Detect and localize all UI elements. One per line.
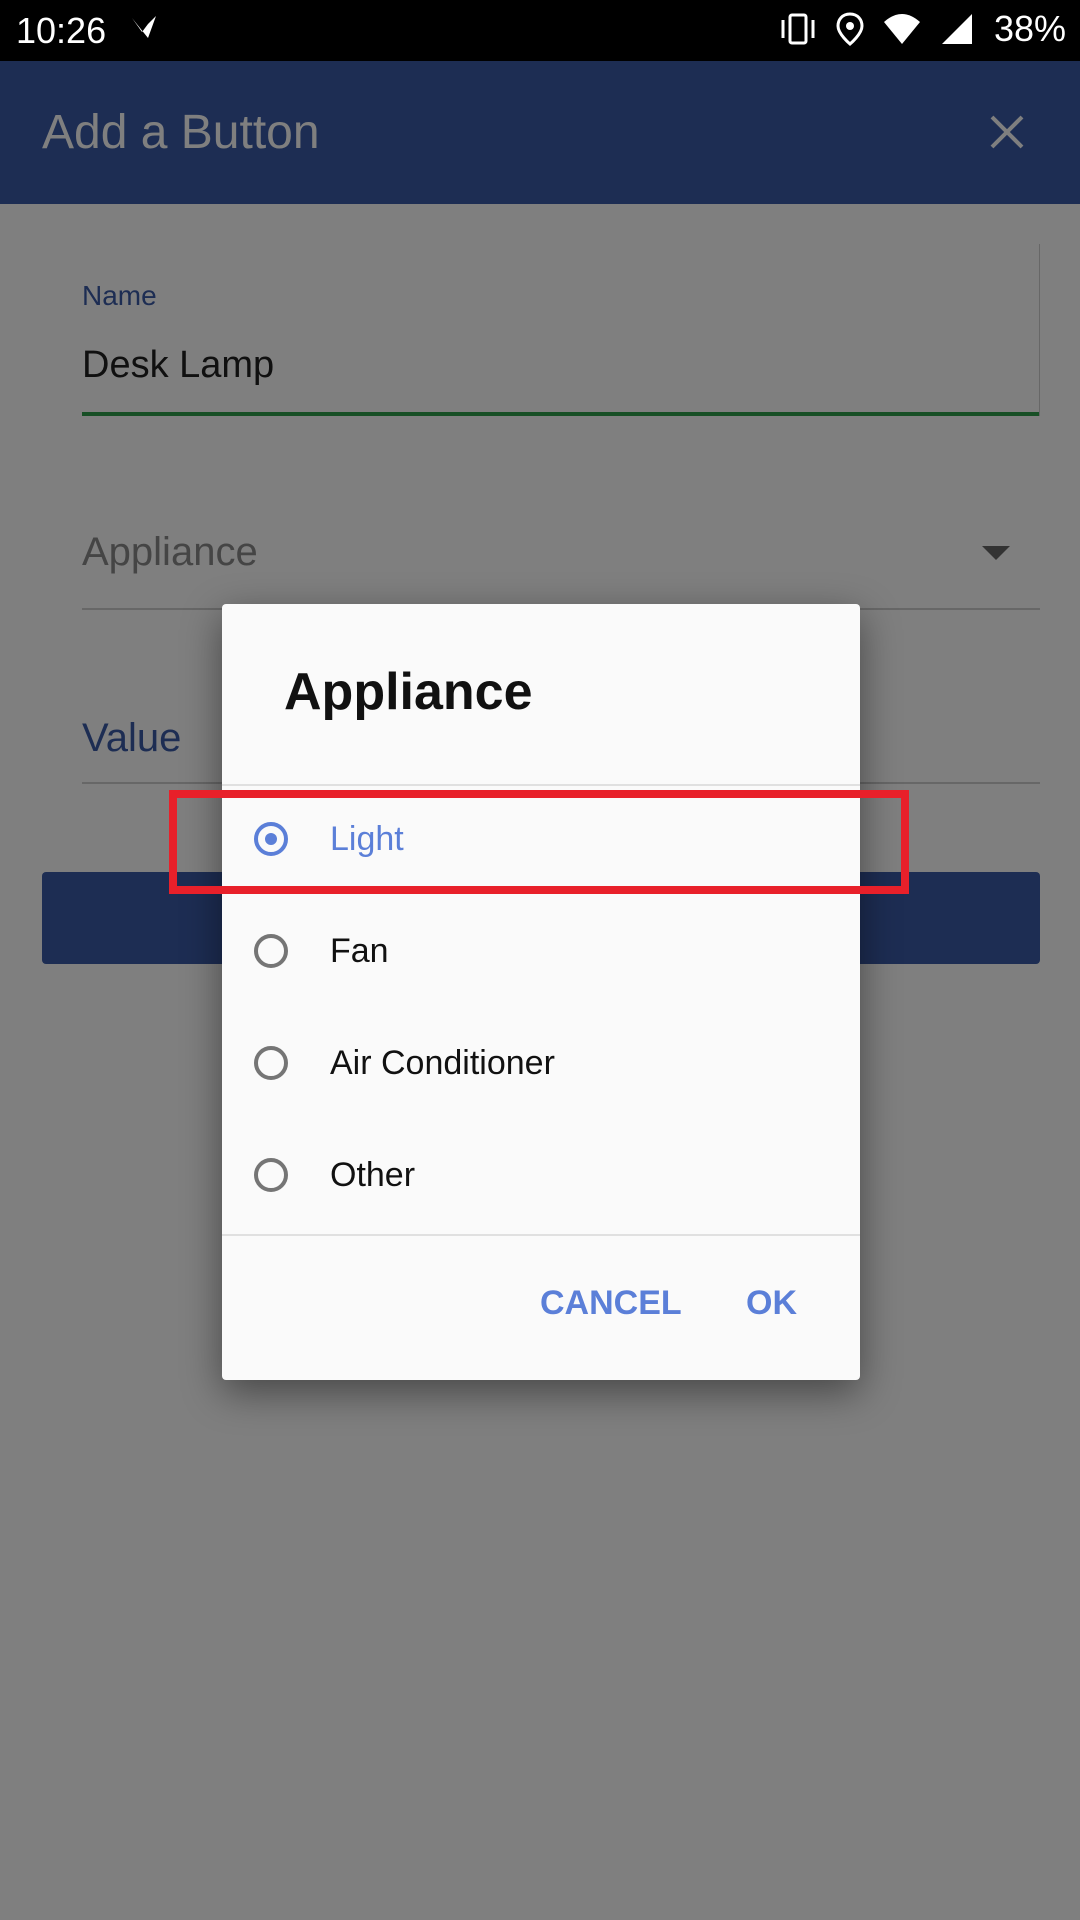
option-label: Air Conditioner (330, 1044, 555, 1082)
highlight-box (169, 790, 909, 894)
location-icon (836, 12, 864, 46)
radio-unselected-icon[interactable] (254, 934, 288, 968)
ok-button[interactable]: OK (746, 1284, 797, 1323)
option-label: Other (330, 1156, 416, 1194)
option-fan[interactable]: Fan (222, 898, 860, 1008)
status-time: 10:26 (16, 10, 107, 51)
option-label: Fan (330, 932, 389, 970)
vibrate-icon (781, 13, 815, 45)
radio-unselected-icon[interactable] (254, 1046, 288, 1080)
appliance-dialog: Appliance Light Fan Air Conditioner Othe… (222, 604, 860, 1380)
wifi-icon (883, 14, 920, 44)
radio-unselected-icon[interactable] (254, 1158, 288, 1192)
cancel-button[interactable]: CANCEL (540, 1284, 682, 1323)
notification-icon (132, 16, 156, 38)
dialog-title: Appliance (284, 663, 533, 721)
status-icons: 38% (778, 8, 1066, 50)
battery-level: 38% (993, 8, 1066, 49)
option-air-conditioner[interactable]: Air Conditioner (222, 1010, 860, 1120)
signal-icon (941, 14, 972, 44)
status-bar: 10:26 38% (0, 0, 1080, 61)
dialog-divider (222, 1234, 860, 1236)
option-other[interactable]: Other (222, 1122, 860, 1232)
